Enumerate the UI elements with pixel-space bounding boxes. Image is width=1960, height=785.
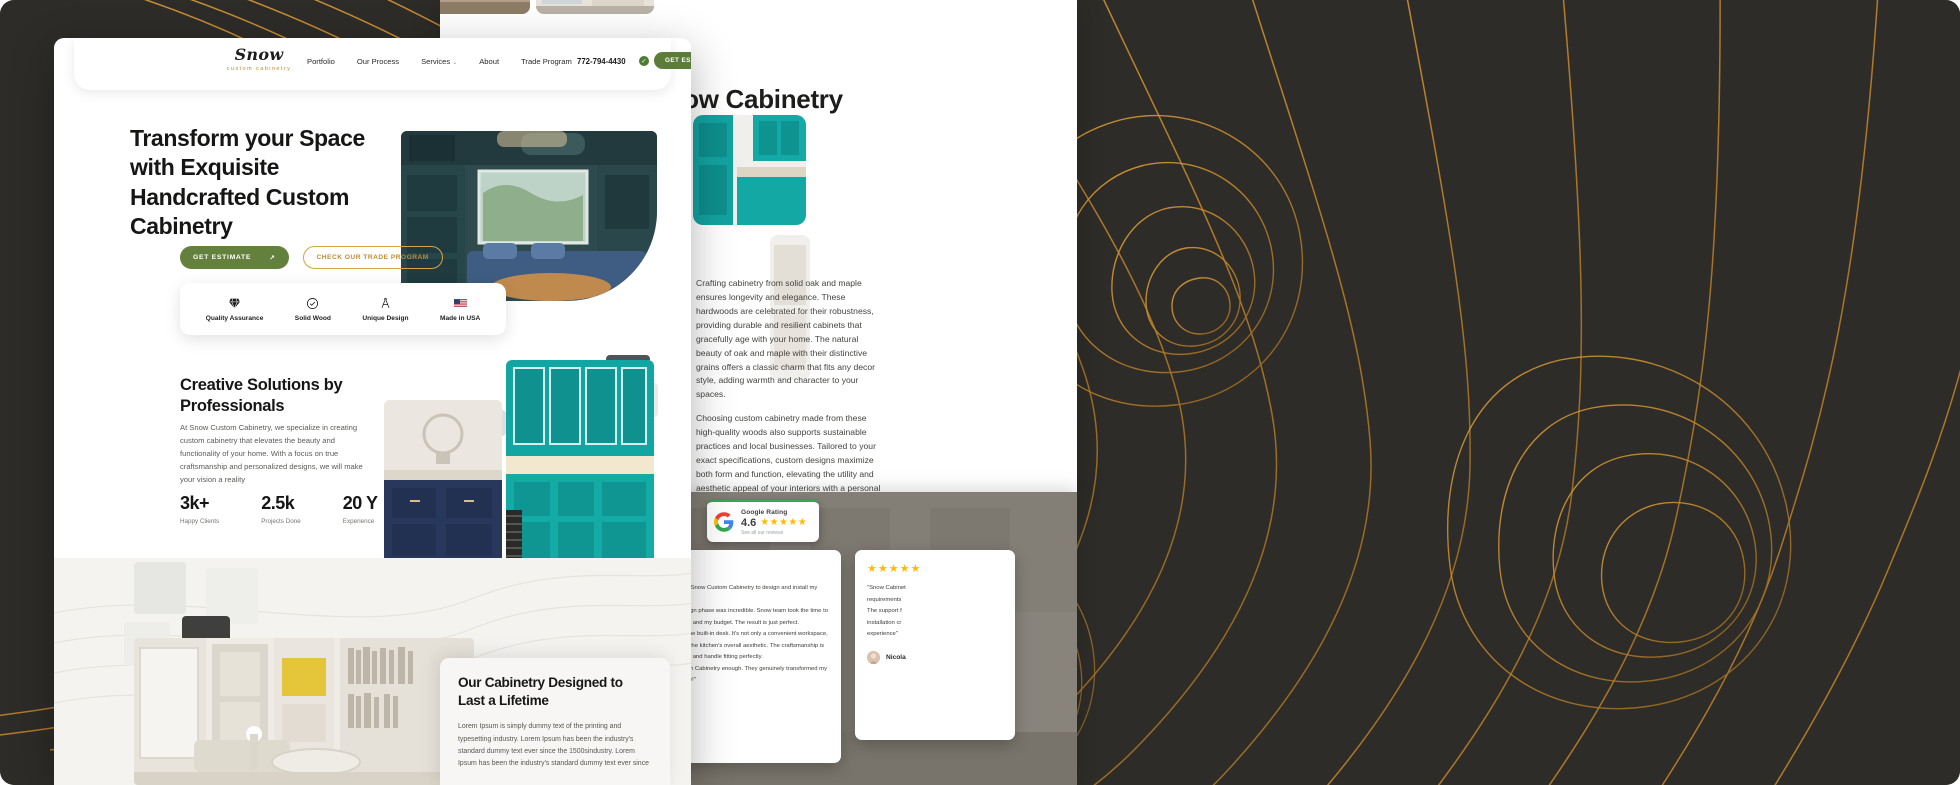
- nav-label: Our Process: [356, 57, 400, 66]
- stat-label: Experience: [342, 518, 375, 525]
- nav-label: Trade Program: [521, 57, 572, 66]
- primary-navigation: Portfolio Our Process Services ⌄ About Tr…: [307, 57, 572, 66]
- about-photo-kitchen-top-right: [536, 0, 654, 14]
- stat-value: 3k+: [180, 493, 210, 513]
- testimonial-stars: ★★★★★: [867, 563, 922, 575]
- creative-solutions-heading: Creative Solutions by Professionals: [180, 376, 343, 416]
- google-rating-score: 4.6: [741, 516, 757, 529]
- decorative-square: [134, 562, 186, 614]
- about-paragraph-1: Crafting cabinetry from solid oak and ma…: [696, 278, 875, 400]
- logo-name: Snow: [234, 45, 284, 64]
- header-get-estimate-button[interactable]: GET ESTIMATE: [654, 52, 691, 69]
- hero-heading: Transform your Space with Exquisite Hand…: [130, 125, 365, 240]
- google-reviews-link[interactable]: See all our reviews: [741, 530, 807, 536]
- showcase-living-room-photo: [134, 638, 474, 785]
- stat-projects-done: 2.5k Projects Done: [261, 493, 301, 525]
- hero-get-estimate-label: GET ESTIMATE: [193, 254, 252, 261]
- logo[interactable]: Snow custom cabinetry: [209, 45, 309, 73]
- nav-item-trade-program[interactable]: Trade Program: [521, 57, 572, 66]
- nav-label: About: [479, 57, 500, 66]
- chevron-down-icon: ⌄: [452, 60, 458, 66]
- screenshot-root: About Snow Cabinetry e in s the With tic…: [0, 0, 1960, 785]
- lifetime-card-paragraph: Lorem Ipsum is simply dummy text of the …: [458, 723, 649, 768]
- hero-get-estimate-button[interactable]: GET ESTIMATE ↗: [180, 246, 289, 269]
- google-rating-stars: ★★★★★: [760, 517, 808, 528]
- nav-item-our-process[interactable]: Our Process: [357, 57, 399, 66]
- check-circle-icon: [307, 297, 319, 309]
- about-photo-kitchen-top-left: [440, 0, 530, 14]
- feature-made-in-usa: Made in USA: [440, 297, 480, 322]
- testimonial-author-name: Nicola: [886, 653, 906, 661]
- logo-tagline: custom cabinetry: [226, 66, 292, 72]
- feature-label: Unique Design: [362, 314, 409, 322]
- stat-experience: 20 Y Experience: [343, 493, 378, 525]
- lifetime-card-heading: Our Cabinetry Designed to Last a Lifetim…: [458, 675, 623, 708]
- hero-trade-program-button[interactable]: CHECK OUR TRADE PROGRAM: [302, 246, 443, 269]
- home-page-panel: Snow custom cabinetry Portfolio Our Proc…: [54, 38, 691, 785]
- nav-item-about[interactable]: About: [479, 57, 499, 66]
- stats-row: 3k+ Happy Clients 2.5k Projects Done 20 …: [180, 493, 378, 525]
- feature-label: Solid Wood: [294, 314, 331, 322]
- feature-highlights-bar: Quality Assurance Solid Wood Unique Desi…: [180, 283, 506, 335]
- compass-icon: [381, 297, 390, 308]
- testimonial-line: installation cr: [867, 619, 902, 626]
- testimonial-author: Nicola: [867, 650, 1003, 664]
- google-logo-icon: [714, 512, 734, 532]
- stat-value: 20 Y: [342, 493, 378, 513]
- feature-unique-design: Unique Design: [362, 297, 409, 322]
- feature-quality-assurance: Quality Assurance: [205, 297, 264, 322]
- testimonial-line: experience": [867, 631, 898, 638]
- feature-label: Made in USA: [439, 314, 481, 322]
- nav-label: Portfolio: [307, 57, 335, 66]
- about-photo-teal-kitchen: [693, 115, 806, 225]
- site-header: Snow custom cabinetry Portfolio Our Proc…: [74, 38, 691, 90]
- stat-label: Happy Clients: [180, 518, 220, 525]
- avatar: [867, 650, 880, 664]
- testimonial-body: "Snow Cabinet requirements The support f…: [867, 583, 1003, 641]
- testimonial-line: "Snow Cabinet: [867, 585, 906, 591]
- google-rating-title: Google Rating: [741, 508, 788, 516]
- usa-flag-icon: [453, 298, 467, 308]
- feature-label: Quality Assurance: [205, 314, 264, 322]
- hero-image: [401, 131, 657, 301]
- stat-value: 2.5k: [261, 493, 295, 513]
- creative-photo-teal-kitchen: [506, 360, 654, 565]
- stat-label: Projects Done: [261, 518, 301, 525]
- about-paragraph-2: Choosing custom cabinetry made from thes…: [696, 413, 881, 492]
- diamond-icon: [229, 298, 240, 308]
- testimonial-line: requirements: [867, 596, 902, 603]
- feature-solid-wood: Solid Wood: [295, 297, 331, 322]
- google-rating-badge[interactable]: Google Rating 4.6 ★★★★★ See all our revi…: [707, 500, 819, 542]
- testimonial-card-next[interactable]: ★★★★★ "Snow Cabinet requirements The sup…: [855, 550, 1015, 740]
- about-body-copy: Crafting cabinetry from solid oak and ma…: [696, 277, 886, 492]
- stat-happy-clients: 3k+ Happy Clients: [180, 493, 219, 525]
- nav-item-services[interactable]: Services ⌄: [421, 57, 457, 66]
- lifetime-card: Our Cabinetry Designed to Last a Lifetim…: [440, 658, 670, 785]
- arrow-up-right-icon: ↗: [269, 254, 276, 262]
- header-phone-number[interactable]: 772-794-4430: [577, 57, 626, 66]
- testimonial-line: The support f: [867, 608, 902, 615]
- hero-cta-row: GET ESTIMATE ↗ CHECK OUR TRADE PROGRAM: [180, 246, 443, 269]
- nav-label: Services: [421, 57, 451, 66]
- nav-item-portfolio[interactable]: Portfolio: [307, 57, 335, 66]
- creative-photo-navy-vanity: [384, 400, 502, 563]
- creative-solutions-paragraph: At Snow Custom Cabinetry, we specialize …: [180, 423, 363, 485]
- check-badge-icon: ✓: [639, 56, 649, 66]
